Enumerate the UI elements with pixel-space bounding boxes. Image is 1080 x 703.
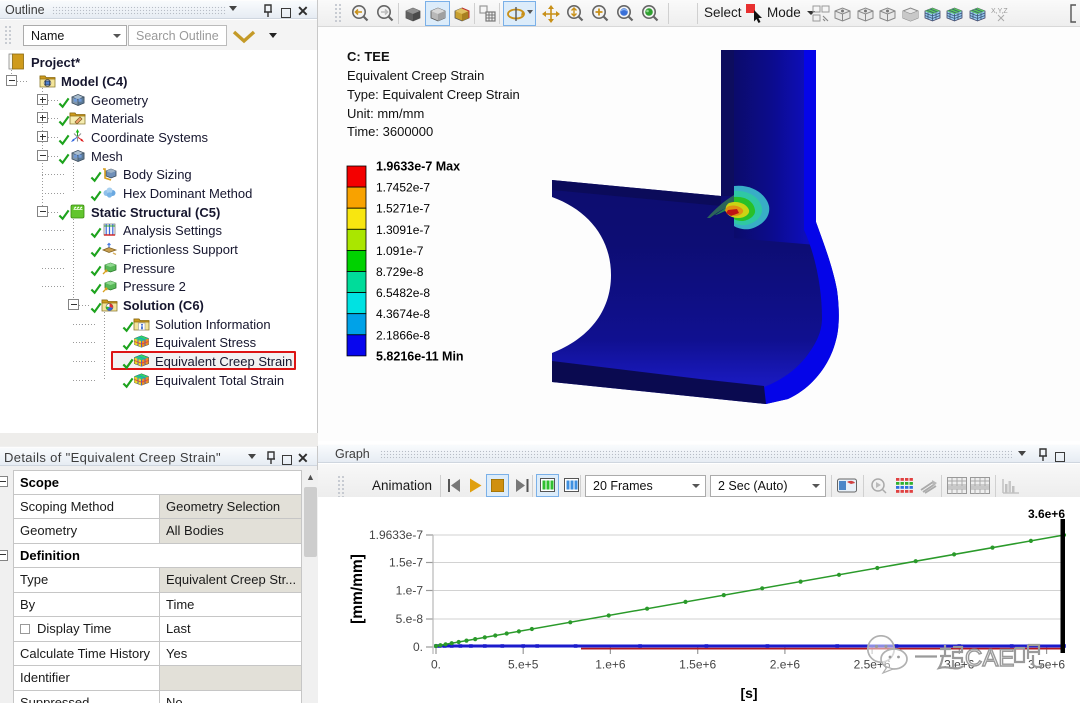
svg-text:[s]: [s] [740,685,757,701]
svg-text:3.6e+6: 3.6e+6 [1028,507,1065,521]
svg-text:[mm/mm]: [mm/mm] [349,554,366,624]
svg-text:1.5e-7: 1.5e-7 [389,556,423,570]
svg-text:1.e+6: 1.e+6 [595,658,626,672]
svg-text:1.5e+6: 1.5e+6 [679,658,716,672]
svg-text:X,Y,Z: X,Y,Z [991,8,1008,15]
svg-text:5.e+5: 5.e+5 [508,658,539,672]
svg-text:1.9633e-7: 1.9633e-7 [369,528,423,542]
svg-text:5.e-8: 5.e-8 [396,612,424,626]
svg-text:0.: 0. [431,658,441,672]
svg-text:0.: 0. [413,640,423,654]
svg-text:1.e-7: 1.e-7 [396,584,424,598]
svg-text:CAE: CAE [965,645,1014,672]
svg-text:2.e+6: 2.e+6 [770,658,801,672]
